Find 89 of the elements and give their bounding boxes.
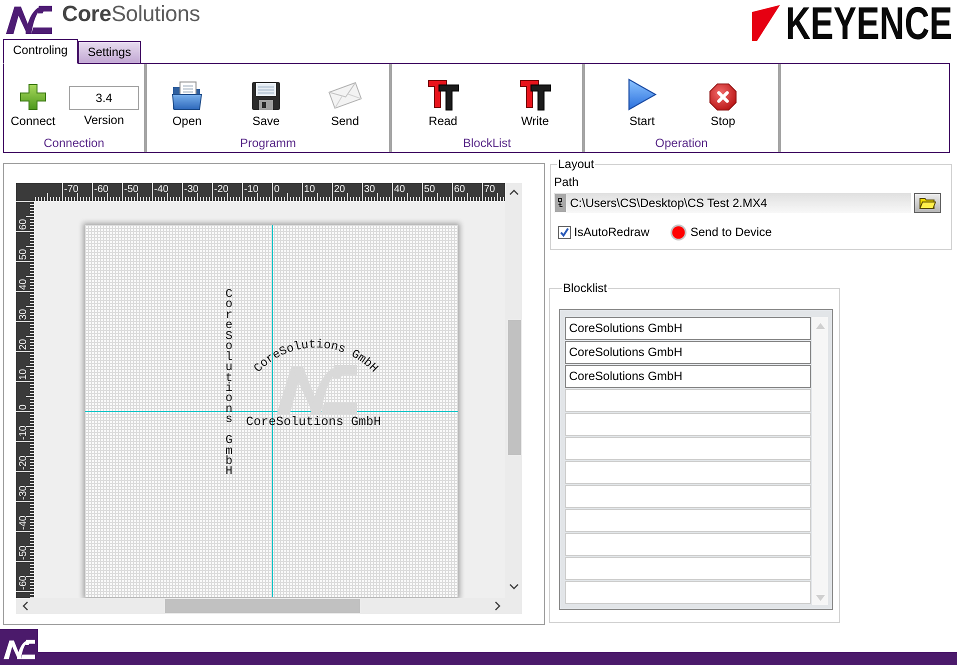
ruler-label: -30 [184, 184, 198, 195]
list-entry[interactable]: CoreSolutions GmbH [565, 341, 811, 364]
chevron-left-icon[interactable] [22, 601, 28, 611]
logo-icon [5, 3, 52, 35]
vendor-logo: KEYENCE [752, 5, 952, 41]
toolbar-button[interactable]: Connect [8, 77, 58, 128]
group-title: Blocklist [562, 281, 608, 295]
empty-list-entry[interactable] [565, 557, 811, 580]
empty-list-entry[interactable] [565, 581, 811, 604]
ruler-label: 40 [18, 278, 29, 290]
triangle-up-icon[interactable] [816, 323, 825, 329]
version-field[interactable]: 3.4 [69, 86, 139, 110]
ruler-label: 30 [364, 184, 376, 195]
ruler-corner [16, 183, 34, 201]
chevron-right-icon[interactable] [495, 601, 501, 611]
toolbar-button[interactable]: Send [320, 77, 370, 128]
folder-icon [919, 197, 936, 209]
ruler-label: -10 [244, 184, 258, 195]
ruler-label: 20 [334, 184, 346, 195]
empty-list-entry[interactable] [565, 533, 811, 556]
empty-list-entry[interactable] [565, 461, 811, 484]
led-label: Send to Device [690, 225, 772, 239]
chevron-down-icon[interactable] [509, 584, 519, 590]
checkbox-label: IsAutoRedraw [574, 225, 650, 239]
ruler-label: 60 [454, 184, 466, 195]
toolbar-button[interactable]: Read [418, 77, 468, 128]
ruler-label: 70 [484, 184, 496, 195]
list-scrollbar[interactable] [812, 317, 828, 605]
triangle-down-icon[interactable] [816, 595, 825, 601]
ruler-label: 50 [424, 184, 436, 195]
envelope-icon [328, 79, 362, 111]
ruler-label: 10 [18, 368, 29, 380]
group-label: Programm [240, 136, 296, 150]
ruler-label: -60 [18, 576, 29, 590]
browse-button[interactable] [914, 193, 941, 213]
tab[interactable]: Settings [78, 41, 142, 64]
empty-list-entry[interactable] [565, 437, 811, 460]
toolbar-button[interactable]: Open [162, 77, 212, 128]
folder-icon [171, 81, 203, 111]
scrollbar-thumb[interactable] [508, 320, 521, 455]
field-label: Path [554, 175, 579, 189]
ruler-label: 0 [274, 184, 280, 195]
play-icon [627, 78, 657, 111]
scrollbar-thumb[interactable] [165, 599, 360, 613]
vertical-scrollbar[interactable] [505, 183, 522, 598]
ruler-label: 30 [18, 308, 29, 320]
toolbar-button[interactable]: Stop [698, 77, 748, 128]
tab[interactable]: Controling [3, 39, 78, 64]
ruler-label: -70 [64, 184, 78, 195]
ruler-label: 50 [18, 248, 29, 260]
empty-list-entry[interactable] [565, 389, 811, 412]
group-label: Operation [655, 136, 708, 150]
status-led-icon[interactable] [670, 224, 688, 240]
ruler-label: -10 [18, 426, 29, 440]
empty-list-entry[interactable] [565, 413, 811, 436]
chevron-up-icon[interactable] [509, 189, 519, 195]
double-t-icon [426, 79, 460, 111]
horizontal-scrollbar[interactable] [16, 598, 505, 614]
toolbar-button[interactable]: Save [241, 77, 291, 128]
list-entry[interactable]: CoreSolutions GmbH [565, 365, 811, 388]
ruler-label: -50 [124, 184, 138, 195]
ruler-label: -50 [18, 546, 29, 560]
ruler-label: -20 [18, 456, 29, 470]
empty-list-entry[interactable] [565, 485, 811, 508]
ruler-label: -40 [154, 184, 168, 195]
stop-icon [709, 83, 737, 111]
field-label: Version [84, 113, 124, 127]
group-title: Layout [557, 157, 596, 171]
ruler-label: 20 [18, 338, 29, 350]
plus-icon [19, 83, 47, 111]
ruler-label: 0 [18, 404, 29, 410]
toolbar-button[interactable]: Start [617, 77, 667, 128]
brand-name: CoreSolutions [62, 2, 200, 26]
ruler-label: 60 [18, 218, 29, 230]
ruler-label: -30 [18, 486, 29, 500]
ruler-label: 40 [394, 184, 406, 195]
ruler-label: 10 [304, 184, 316, 195]
ruler-label: -20 [214, 184, 228, 195]
path-type-icon [555, 194, 566, 212]
ruler-label: -40 [18, 516, 29, 530]
group-label: Connection [44, 136, 104, 150]
double-t-icon [518, 79, 552, 111]
toolbar-button[interactable]: Write [510, 77, 560, 128]
ruler-label: -60 [94, 184, 108, 195]
checkbox[interactable] [558, 226, 571, 238]
path-field[interactable]: C:\Users\CS\Desktop\CS Test 2.MX4 [554, 193, 912, 213]
list-entry[interactable]: CoreSolutions GmbH [565, 317, 811, 340]
empty-list-entry[interactable] [565, 509, 811, 532]
group-label: BlockList [462, 136, 512, 150]
